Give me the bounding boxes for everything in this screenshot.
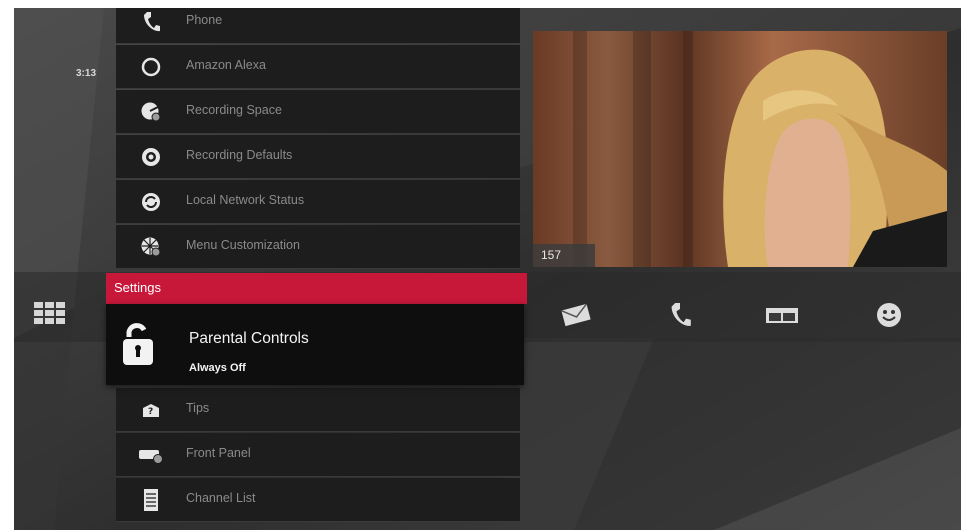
phone-icon: [138, 9, 164, 35]
menu-item-label: Front Panel: [186, 446, 251, 460]
settings-section-header: Settings: [106, 273, 527, 304]
clock: 3:13: [76, 68, 97, 79]
live-tv-preview[interactable]: 157: [533, 31, 947, 267]
tv-screen: 3:13 Phone Amazon Alexa Recording Space: [14, 8, 961, 530]
smiley-icon[interactable]: [874, 300, 904, 330]
menu-item-recording-space[interactable]: Recording Space: [116, 90, 520, 134]
menu-customization-icon: [138, 234, 164, 260]
menu-item-label: Recording Space: [186, 103, 282, 117]
menu-item-label: Menu Customization: [186, 238, 300, 252]
recording-space-icon: [138, 99, 164, 125]
front-panel-icon: [138, 442, 164, 468]
apps-grid-icon[interactable]: [34, 302, 66, 324]
menu-item-label: Channel List: [186, 491, 256, 505]
svg-text:?: ?: [148, 407, 153, 417]
menu-item-label: Phone: [186, 13, 223, 27]
selected-item-status: Always Off: [189, 362, 246, 374]
menu-item-menu-customization[interactable]: Menu Customization: [116, 225, 520, 269]
menu-item-recording-defaults[interactable]: Recording Defaults: [116, 135, 520, 179]
menu-item-amazon-alexa[interactable]: Amazon Alexa: [116, 45, 520, 89]
video-figure: [723, 49, 947, 267]
alexa-ring-icon: [138, 54, 164, 80]
network-sync-icon: [138, 189, 164, 215]
phone-icon[interactable]: [668, 300, 698, 330]
channel-number: 157: [541, 248, 562, 262]
menu-item-label: Local Network Status: [186, 193, 305, 207]
menu-item-parental-controls[interactable]: Parental Controls Always Off: [106, 304, 524, 385]
menu-item-front-panel[interactable]: Front Panel: [116, 433, 520, 477]
menu-item-label: Tips: [186, 401, 210, 415]
channel-number-badge: 157: [533, 244, 595, 267]
tips-icon: ?: [138, 397, 164, 423]
menu-item-tips[interactable]: ? Tips: [116, 388, 520, 432]
gear-icon: [138, 144, 164, 170]
menu-item-channel-list[interactable]: Channel List: [116, 478, 520, 522]
window-icon[interactable]: [764, 300, 798, 330]
menu-item-phone[interactable]: Phone: [116, 8, 520, 44]
section-title: Settings: [114, 280, 161, 295]
menu-item-label: Recording Defaults: [186, 148, 293, 162]
unlocked-padlock-icon: [116, 321, 162, 367]
channel-list-icon: [138, 487, 164, 513]
menu-item-local-network-status[interactable]: Local Network Status: [116, 180, 520, 224]
selected-item-title: Parental Controls: [189, 330, 309, 347]
menu-item-label: Amazon Alexa: [186, 58, 266, 72]
mail-icon[interactable]: [559, 300, 591, 330]
